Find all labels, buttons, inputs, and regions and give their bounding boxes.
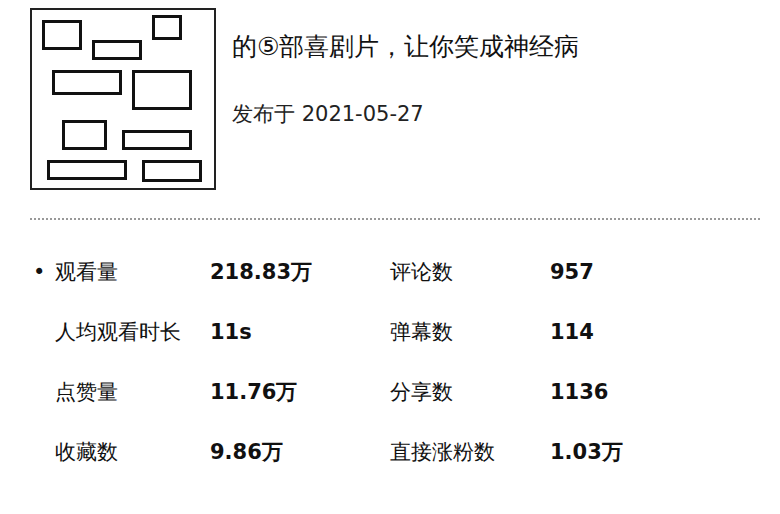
stat-value: 11.76万: [210, 378, 390, 406]
stat-value: 218.83万: [210, 258, 390, 286]
bullet: •: [33, 260, 55, 284]
stat-value: 11s: [210, 320, 390, 344]
stat-value: 9.86万: [210, 438, 390, 466]
stat-value: 1.03万: [550, 438, 780, 466]
stat-value: 957: [550, 260, 780, 284]
publish-date: 发布于 2021-05-27: [232, 100, 702, 128]
video-header: 的⑤部喜剧片，让你笑成神经病发布于 2021-05-27: [0, 0, 780, 200]
stat-value: 114: [550, 320, 780, 344]
stat-label: 观看量: [55, 258, 210, 286]
video-info: 的⑤部喜剧片，让你笑成神经病发布于 2021-05-27: [232, 8, 702, 200]
stats-grid: •观看量218.83万评论数957 人均观看时长11s弹幕数114 点赞量11.76…: [0, 220, 780, 482]
stat-value: 1136: [550, 380, 780, 404]
stat-label: 弹幕数: [390, 318, 550, 346]
separator: [30, 218, 760, 220]
stat-label: 评论数: [390, 258, 550, 286]
stat-label: 点赞量: [55, 378, 210, 406]
stat-label: 直接涨粉数: [390, 438, 550, 466]
stat-label: 人均观看时长: [55, 318, 210, 346]
stat-label: 收藏数: [55, 438, 210, 466]
video-thumbnail[interactable]: [30, 8, 216, 190]
stat-label: 分享数: [390, 378, 550, 406]
video-title[interactable]: 的⑤部喜剧片，让你笑成神经病: [232, 26, 702, 68]
